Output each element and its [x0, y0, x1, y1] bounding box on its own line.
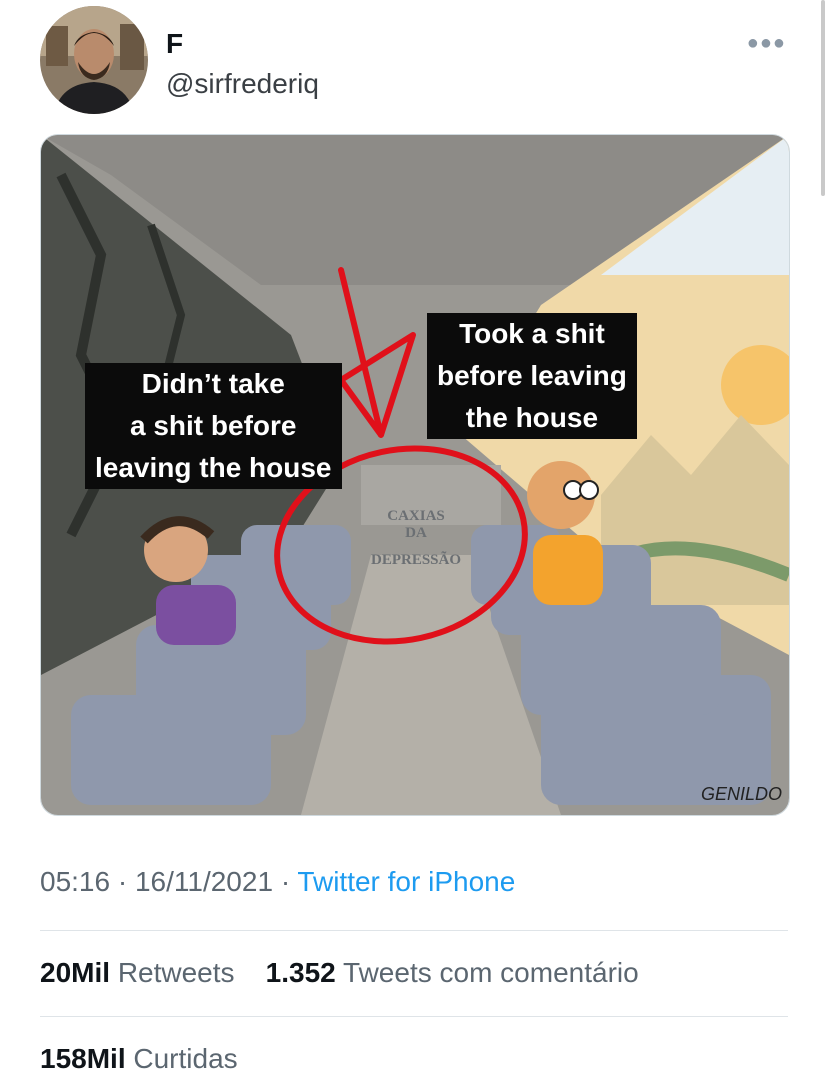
tweet-header: F @sirfrederiq ●●● [40, 6, 800, 116]
divider [40, 1016, 788, 1017]
tweet-date[interactable]: 16/11/2021 [135, 866, 273, 897]
retweets-label: Retweets [117, 957, 235, 988]
quotes-count: 1.352 [265, 957, 336, 988]
caption-left: Didn’t take a shit before leaving the ho… [85, 363, 342, 489]
meme-image[interactable]: CAXIAS DA DEPRESSÃO GENILDO Didn’t take … [40, 134, 790, 816]
caption-right-line-3: the house [437, 397, 627, 439]
author-name[interactable]: F [166, 28, 183, 60]
caption-left-line-2: a shit before [95, 405, 332, 447]
likes-count: 158Mil [40, 1043, 126, 1074]
tweet-time[interactable]: 05:16 [40, 866, 110, 897]
separator-dot: · [280, 866, 298, 897]
separator-dot: · [117, 866, 135, 897]
caption-right-line-1: Took a shit [437, 313, 627, 355]
likes-label: Curtidas [133, 1043, 238, 1074]
scrollbar[interactable] [821, 0, 825, 196]
caption-left-line-3: leaving the house [95, 447, 332, 489]
likes-stat[interactable]: 158Mil Curtidas [40, 1043, 238, 1074]
divider [40, 930, 788, 931]
retweets-stat[interactable]: 20Mil Retweets [40, 957, 235, 988]
watermark-line-2: DA [405, 525, 427, 541]
watermark-line-1: CAXIAS [387, 508, 445, 524]
avatar[interactable] [40, 6, 148, 114]
watermark-line-3: DEPRESSÃO [371, 550, 461, 568]
caption-right-line-2: before leaving [437, 355, 627, 397]
likes-stats-row: 158Mil Curtidas [40, 1043, 238, 1075]
more-horizontal-icon[interactable]: ●●● [747, 32, 786, 55]
engagement-stats-row: 20Mil Retweets 1.352 Tweets com comentár… [40, 957, 639, 989]
quotes-label: Tweets com comentário [343, 957, 639, 988]
author-handle[interactable]: @sirfrederiq [166, 68, 319, 100]
quote-tweets-stat[interactable]: 1.352 Tweets com comentário [266, 957, 639, 988]
caption-right: Took a shit before leaving the house [427, 313, 637, 439]
caption-left-line-1: Didn’t take [95, 363, 332, 405]
tweet-source-link[interactable]: Twitter for iPhone [297, 866, 515, 897]
tweet-meta: 05:16 · 16/11/2021 · Twitter for iPhone [40, 866, 515, 898]
retweets-count: 20Mil [40, 957, 111, 988]
artist-signature: GENILDO [701, 784, 782, 804]
